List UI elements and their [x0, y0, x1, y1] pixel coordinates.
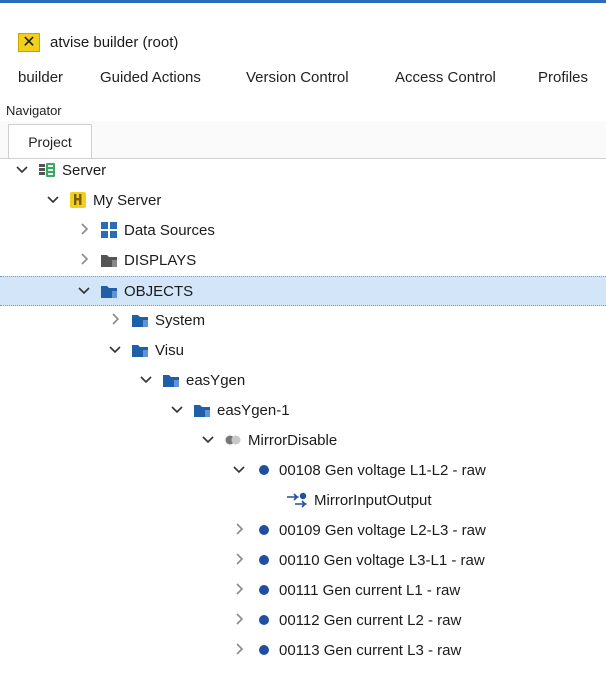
tree-item-label: 00112 Gen current L2 - raw [279, 612, 462, 629]
project-tree: Server My Server Data Sources DISPLAYS OBJEC… [0, 158, 606, 675]
tree-item-label: System [155, 312, 206, 329]
variable-gray-icon [224, 431, 242, 449]
chevron-down-icon[interactable] [138, 371, 154, 387]
objects-folder-icon [100, 282, 118, 300]
panel-title: Navigator [6, 103, 62, 118]
tree-item-label: Data Sources [124, 222, 215, 239]
chevron-right-icon[interactable] [76, 221, 92, 237]
folder-icon [131, 311, 149, 329]
tree-item-label: OBJECTS [124, 283, 194, 300]
folder-icon [131, 341, 149, 359]
tree-item-mirrordisable[interactable]: MirrorDisable [0, 426, 606, 456]
tree-item-00108-gen-voltage-l1-l2-raw[interactable]: 00108 Gen voltage L1-L2 - raw [0, 456, 606, 486]
chevron-right-icon[interactable] [231, 581, 247, 597]
tree-item-objects[interactable]: OBJECTS [0, 276, 606, 306]
tree-item-easygen[interactable]: easYgen [0, 366, 606, 396]
variable-icon [255, 461, 273, 479]
chevron-right-icon[interactable] [107, 311, 123, 327]
tree-item-00111-gen-current-l1-raw[interactable]: 00111 Gen current L1 - raw [0, 576, 606, 606]
tab-project[interactable]: Project [8, 124, 92, 158]
chevron-down-icon[interactable] [14, 161, 30, 177]
menu-profiles[interactable]: Profiles [538, 69, 588, 86]
tree-item-label: 00113 Gen current L3 - raw [279, 642, 462, 659]
tree-item-easygen-1[interactable]: easYgen-1 [0, 396, 606, 426]
tree-item-label: 00111 Gen current L1 - raw [279, 582, 461, 599]
server-instance-icon [69, 191, 87, 209]
app-title: atvise builder (root) [50, 34, 179, 51]
tree-item-label: easYgen-1 [217, 402, 290, 419]
tree-item-label: 00110 Gen voltage L3-L1 - raw [279, 552, 485, 569]
variable-icon [255, 611, 273, 629]
menu-access-control[interactable]: Access Control [395, 69, 496, 86]
chevron-right-icon[interactable] [231, 521, 247, 537]
app-logo-icon: ✕ [18, 33, 40, 52]
chevron-right-icon[interactable] [231, 641, 247, 657]
chevron-down-icon[interactable] [231, 461, 247, 477]
tree-item-displays[interactable]: DISPLAYS [0, 246, 606, 276]
tree-item-label: easYgen [186, 372, 246, 389]
variable-icon [255, 641, 273, 659]
tree-item-00109-gen-voltage-l2-l3-raw[interactable]: 00109 Gen voltage L2-L3 - raw [0, 516, 606, 546]
folder-icon [193, 401, 211, 419]
panel-tab-strip: Project [0, 121, 606, 159]
variable-icon [255, 521, 273, 539]
chevron-down-icon[interactable] [45, 191, 61, 207]
tree-item-label: 00109 Gen voltage L2-L3 - raw [279, 522, 486, 539]
tree-item-label: 00108 Gen voltage L1-L2 - raw [279, 462, 486, 479]
variable-icon [255, 551, 273, 569]
tree-item-data-sources[interactable]: Data Sources [0, 216, 606, 246]
tree-item-label: Server [62, 162, 107, 179]
folder-icon [162, 371, 180, 389]
tree-item-label: MirrorInputOutput [314, 492, 432, 509]
chevron-down-icon[interactable] [169, 401, 185, 417]
menu-version-control[interactable]: Version Control [246, 69, 349, 86]
server-icon [38, 161, 56, 179]
tree-item-server[interactable]: Server [0, 156, 606, 186]
tree-item-00110-gen-voltage-l3-l1-raw[interactable]: 00110 Gen voltage L3-L1 - raw [0, 546, 606, 576]
chevron-down-icon[interactable] [76, 282, 92, 298]
chevron-right-icon[interactable] [231, 551, 247, 567]
chevron-down-icon[interactable] [200, 431, 216, 447]
tree-item-label: DISPLAYS [124, 252, 197, 269]
tree-item-system[interactable]: System [0, 306, 606, 336]
menu-bar: builder Guided Actions Version Control A… [0, 59, 606, 97]
displays-folder-icon [100, 251, 118, 269]
data-sources-icon [100, 221, 118, 239]
tree-item-mirrorinputoutput[interactable]: MirrorInputOutput [0, 486, 606, 516]
title-bar: ✕ atvise builder (root) [0, 3, 606, 59]
tree-item-label: Visu [155, 342, 184, 359]
menu-guided-actions[interactable]: Guided Actions [100, 69, 201, 86]
chevron-right-icon[interactable] [231, 611, 247, 627]
variable-icon [255, 581, 273, 599]
tree-item-label: My Server [93, 192, 162, 209]
chevron-right-icon[interactable] [76, 251, 92, 267]
tree-item-visu[interactable]: Visu [0, 336, 606, 366]
mirror-reference-icon [286, 491, 308, 509]
chevron-down-icon[interactable] [107, 341, 123, 357]
tree-item-my-server[interactable]: My Server [0, 186, 606, 216]
tree-item-00112-gen-current-l2-raw[interactable]: 00112 Gen current L2 - raw [0, 606, 606, 636]
menu-builder[interactable]: builder [18, 69, 63, 86]
tree-item-label: MirrorDisable [248, 432, 338, 449]
tree-item-00113-gen-current-l3-raw[interactable]: 00113 Gen current L3 - raw [0, 636, 606, 666]
